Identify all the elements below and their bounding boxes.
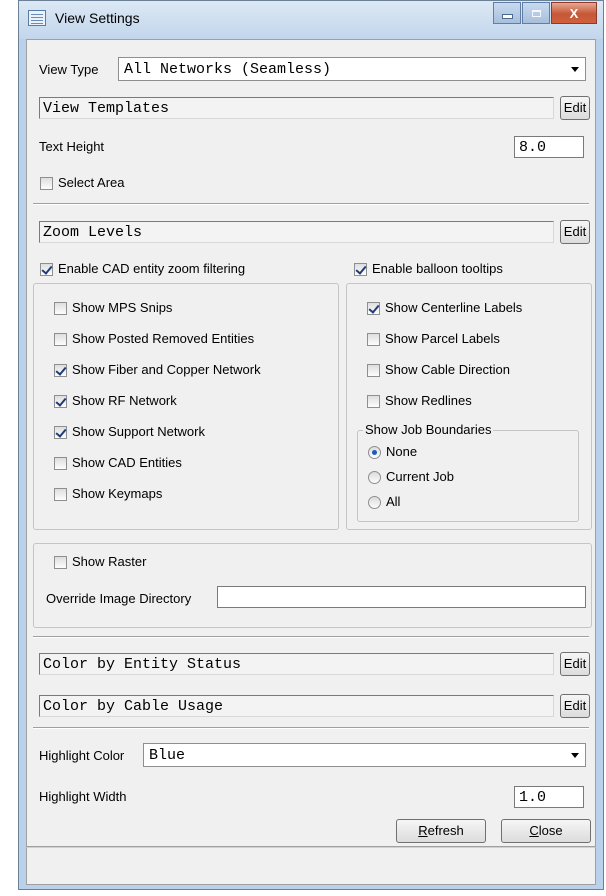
show-raster-checkbox[interactable] [54, 556, 67, 569]
zoom-levels-edit-button[interactable]: Edit [560, 220, 590, 244]
view-type-value: All Networks (Seamless) [124, 61, 332, 78]
status-bar [26, 847, 596, 885]
left-option-checkbox-2[interactable] [54, 364, 67, 377]
color-cable-usage-value: Color by Cable Usage [43, 698, 224, 715]
view-templates-edit-button[interactable]: Edit [560, 96, 590, 120]
zoom-levels-field: Zoom Levels [39, 221, 554, 243]
view-templates-field: View Templates [39, 97, 554, 119]
left-option-checkbox-1[interactable] [54, 333, 67, 346]
job-boundary-label-0: None [386, 444, 418, 459]
right-option-label-3: Show Redlines [385, 393, 472, 408]
right-option-label-2: Show Cable Direction [385, 362, 511, 377]
highlight-color-select[interactable]: Blue [143, 743, 586, 767]
highlight-width-label: Highlight Width [39, 789, 127, 804]
close-window-button[interactable]: X [551, 2, 597, 24]
left-option-label-1: Show Posted Removed Entities [72, 331, 255, 346]
color-entity-status-field: Color by Entity Status [39, 653, 554, 675]
caption-buttons: X [493, 2, 597, 24]
select-area-checkbox[interactable] [40, 177, 53, 190]
left-option-label-5: Show CAD Entities [72, 455, 182, 470]
job-boundary-radio-1[interactable] [368, 471, 381, 484]
left-option-checkbox-5[interactable] [54, 457, 67, 470]
color-cable-usage-field: Color by Cable Usage [39, 695, 554, 717]
right-option-checkbox-0[interactable] [367, 302, 380, 315]
right-option-checkbox-1[interactable] [367, 333, 380, 346]
text-height-input[interactable]: 8.0 [514, 136, 584, 158]
enable-balloon-tooltips-checkbox[interactable] [354, 263, 367, 276]
right-option-checkbox-2[interactable] [367, 364, 380, 377]
enable-balloon-tooltips-label: Enable balloon tooltips [372, 261, 503, 276]
job-boundary-radio-0[interactable] [368, 446, 381, 459]
left-option-label-0: Show MPS Snips [72, 300, 173, 315]
minimize-icon [501, 13, 513, 19]
view-type-select[interactable]: All Networks (Seamless) [118, 57, 586, 81]
separator [33, 727, 589, 729]
left-option-label-6: Show Keymaps [72, 486, 163, 501]
text-height-value: 8.0 [519, 139, 547, 156]
close-accelerator: C [529, 823, 539, 838]
right-option-checkbox-3[interactable] [367, 395, 380, 408]
separator [33, 203, 589, 205]
view-templates-value: View Templates [43, 100, 170, 117]
left-option-label-4: Show Support Network [72, 424, 205, 439]
view-settings-window: View Settings X View Type All Networks (… [18, 0, 604, 890]
refresh-button[interactable]: Refresh [396, 819, 486, 843]
left-option-checkbox-3[interactable] [54, 395, 67, 408]
highlight-width-value: 1.0 [519, 789, 547, 806]
job-boundary-radio-2[interactable] [368, 496, 381, 509]
chevron-down-icon [571, 753, 579, 758]
separator [33, 636, 589, 638]
highlight-width-input[interactable]: 1.0 [514, 786, 584, 808]
left-option-checkbox-4[interactable] [54, 426, 67, 439]
override-image-directory-input[interactable] [217, 586, 586, 608]
chevron-down-icon [571, 67, 579, 72]
job-boundary-label-2: All [386, 494, 401, 509]
right-option-label-1: Show Parcel Labels [385, 331, 500, 346]
close-button-label: lose [538, 823, 563, 838]
job-boundaries-title: Show Job Boundaries [363, 422, 494, 437]
override-image-directory-label: Override Image Directory [46, 591, 192, 606]
right-option-label-0: Show Centerline Labels [385, 300, 523, 315]
color-cable-usage-edit-button[interactable]: Edit [560, 694, 590, 718]
enable-cad-zoom-checkbox[interactable] [40, 263, 53, 276]
title-bar[interactable]: View Settings X [19, 1, 603, 39]
refresh-accelerator: R [418, 823, 428, 838]
zoom-levels-value: Zoom Levels [43, 224, 143, 241]
close-button[interactable]: Close [501, 819, 591, 843]
table-window-icon [28, 10, 46, 26]
minimize-button[interactable] [493, 2, 521, 24]
text-height-label: Text Height [39, 139, 105, 154]
close-icon: X [569, 5, 579, 21]
left-option-checkbox-0[interactable] [54, 302, 67, 315]
dialog-body: View Type All Networks (Seamless) View T… [26, 39, 596, 847]
job-boundary-label-1: Current Job [386, 469, 454, 484]
highlight-color-label: Highlight Color [39, 748, 125, 763]
left-option-label-3: Show RF Network [72, 393, 177, 408]
color-entity-status-value: Color by Entity Status [43, 656, 242, 673]
show-raster-label: Show Raster [72, 554, 147, 569]
window-title: View Settings [55, 10, 140, 26]
view-type-label: View Type [39, 62, 99, 77]
color-entity-status-edit-button[interactable]: Edit [560, 652, 590, 676]
maximize-icon [531, 9, 541, 17]
left-option-checkbox-6[interactable] [54, 488, 67, 501]
left-option-label-2: Show Fiber and Copper Network [72, 362, 261, 377]
highlight-color-value: Blue [149, 747, 186, 764]
refresh-button-label: efresh [427, 823, 464, 838]
select-area-label: Select Area [58, 175, 125, 190]
enable-cad-zoom-label: Enable CAD entity zoom filtering [58, 261, 246, 276]
maximize-button[interactable] [522, 2, 550, 24]
